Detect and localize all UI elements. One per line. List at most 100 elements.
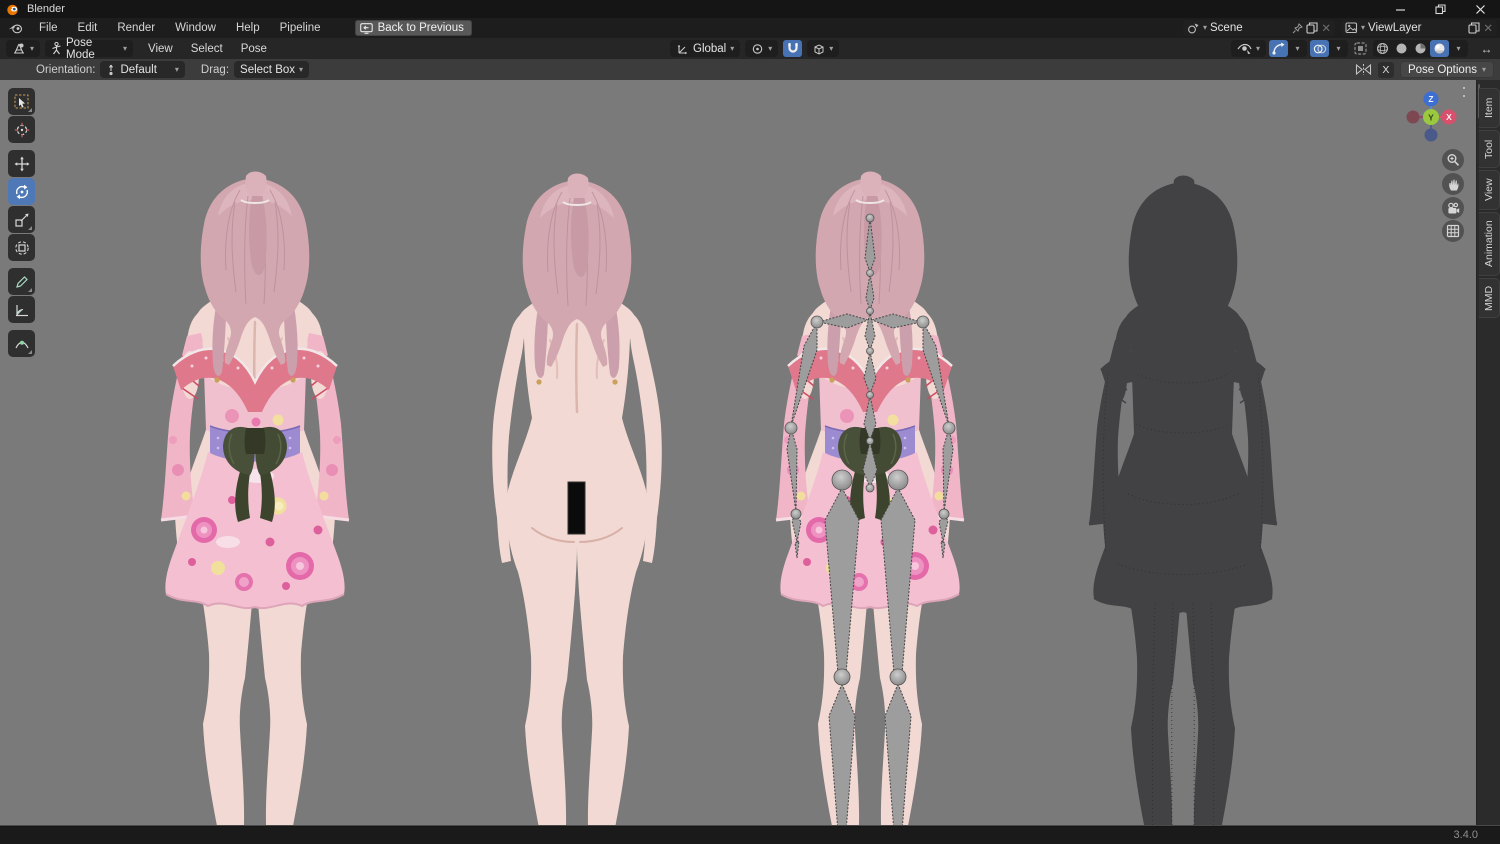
zoom-icon — [1447, 154, 1460, 166]
mode-selector[interactable]: Pose Mode ▾ — [45, 37, 134, 61]
xray-icon — [1354, 42, 1367, 55]
shading-rendered-button[interactable] — [1430, 40, 1449, 57]
menu-render[interactable]: Render — [107, 18, 165, 38]
snap-with-selector[interactable]: ▾ — [807, 40, 840, 57]
pose-mode-icon — [52, 42, 61, 55]
svg-text:Y: Y — [1428, 113, 1434, 123]
editor-3d-viewport-icon — [14, 43, 24, 54]
shading-dropdown[interactable]: ▾ — [1449, 40, 1468, 57]
model-wireframe-character[interactable] — [1068, 174, 1298, 826]
header-collapse-dots[interactable] — [1463, 87, 1466, 97]
back-to-previous-button[interactable]: Back to Previous — [354, 20, 472, 36]
snap-toggle[interactable] — [783, 40, 803, 57]
sidebar-tab-strip: Item Tool View Animation MMD — [1476, 80, 1500, 825]
gizmos-dropdown[interactable]: ▾ — [1288, 40, 1307, 57]
pivot-point-selector[interactable]: ▾ — [745, 40, 779, 57]
minimize-icon — [1395, 8, 1405, 11]
viewlayer-name[interactable]: ViewLayer — [1368, 22, 1465, 34]
remove-viewlayer-icon[interactable]: ✕ — [1483, 21, 1493, 35]
gizmo-minus-x-axis[interactable] — [1406, 110, 1420, 124]
scene-name[interactable]: Scene — [1210, 22, 1289, 34]
region-resize-handle[interactable]: ↔ — [1477, 40, 1496, 57]
menu-window[interactable]: Window — [165, 18, 226, 38]
orientation-default-selector[interactable]: Default ▾ — [100, 61, 185, 78]
model-nude-character-censored[interactable] — [462, 172, 692, 826]
close-button[interactable] — [1460, 0, 1500, 18]
pan-view-button[interactable] — [1442, 173, 1464, 195]
tab-mmd[interactable]: MMD — [1479, 278, 1500, 318]
new-viewlayer-icon[interactable] — [1468, 22, 1480, 34]
rendered-sphere-icon — [1434, 43, 1445, 54]
maximize-button[interactable] — [1420, 0, 1460, 18]
tool-settings-bar: Orientation: Default ▾ Drag: Select Box … — [0, 59, 1500, 80]
menu-pipeline[interactable]: Pipeline — [270, 18, 331, 38]
orientation-gizmo-icon — [109, 64, 114, 75]
tool-pose-breakdowner[interactable] — [8, 330, 35, 357]
pose-options-button[interactable]: Pose Options ▾ — [1399, 61, 1494, 78]
show-gizmos-toggle[interactable] — [1269, 40, 1288, 57]
pin-icon[interactable] — [1292, 22, 1304, 34]
mirror-x-toggle[interactable]: X — [1377, 61, 1394, 78]
model-kimono-character[interactable] — [140, 170, 370, 826]
shading-group: ▾ — [1373, 40, 1468, 57]
cursor-icon — [14, 122, 29, 137]
zoom-view-button[interactable] — [1442, 149, 1464, 171]
tab-view[interactable]: View — [1479, 170, 1500, 210]
show-overlays-toggle[interactable] — [1310, 40, 1329, 57]
tool-annotate[interactable] — [8, 268, 35, 295]
magnet-icon — [788, 43, 798, 53]
navigation-gizmo[interactable]: Z X Y — [1405, 91, 1457, 143]
model-kimono-character-with-armature[interactable] — [755, 170, 985, 826]
select-box-icon — [14, 94, 28, 108]
snap-cube-icon — [814, 43, 824, 55]
annotate-pencil-icon — [15, 275, 28, 288]
gizmo-minus-z-axis[interactable] — [1424, 128, 1438, 142]
tool-cursor[interactable] — [8, 116, 35, 143]
menu-file[interactable]: File — [29, 18, 68, 38]
menu-view[interactable]: View — [139, 43, 182, 55]
new-scene-icon[interactable] — [1306, 22, 1318, 34]
drag-mode-selector[interactable]: Select Box ▾ — [234, 61, 310, 78]
tool-select-box[interactable] — [8, 88, 35, 115]
blender-menu-logo-icon[interactable] — [8, 23, 23, 34]
tool-scale[interactable] — [8, 206, 35, 233]
scale-icon — [14, 213, 28, 227]
orientation-label: Orientation: — [36, 63, 96, 76]
tab-animation[interactable]: Animation — [1479, 212, 1500, 276]
tool-rotate[interactable] — [8, 178, 35, 205]
viewport-3d[interactable]: Z X Y Item Tool View Animation MMD — [0, 80, 1500, 826]
scene-selector[interactable]: ▾ Scene ✕ — [1183, 20, 1335, 36]
xray-toggle[interactable] — [1351, 40, 1370, 57]
camera-view-button[interactable] — [1442, 197, 1464, 219]
menu-edit[interactable]: Edit — [68, 18, 108, 38]
overlays-dropdown[interactable]: ▾ — [1329, 40, 1348, 57]
gizmo-arrow-icon — [1272, 42, 1285, 55]
menu-pose[interactable]: Pose — [232, 43, 276, 55]
tool-measure[interactable] — [8, 296, 35, 323]
tab-tool[interactable]: Tool — [1479, 130, 1500, 168]
scene-icon — [1188, 23, 1199, 34]
viewlayer-selector[interactable]: ▾ ViewLayer ✕ — [1341, 20, 1497, 36]
toggle-perspective-button[interactable] — [1442, 220, 1464, 242]
transform-orientation-selector[interactable]: Global ▾ — [670, 40, 741, 57]
viewlayer-browse-chevron[interactable]: ▾ — [1361, 24, 1365, 32]
scene-browse-chevron[interactable]: ▾ — [1203, 24, 1207, 32]
viewlayer-icon — [1345, 22, 1358, 34]
shading-wireframe-button[interactable] — [1373, 40, 1392, 57]
tool-transform[interactable] — [8, 234, 35, 261]
tool-move[interactable] — [8, 150, 35, 177]
menu-select[interactable]: Select — [182, 43, 232, 55]
minimize-button[interactable] — [1380, 0, 1420, 18]
orientation-value: Global — [693, 42, 727, 55]
gizmos-group: ▾ — [1269, 40, 1307, 57]
editor-type-selector[interactable]: ▾ — [6, 40, 41, 57]
tab-item[interactable]: Item — [1479, 88, 1500, 128]
drag-label: Drag: — [200, 63, 230, 76]
svg-text:Z: Z — [1428, 94, 1433, 104]
shading-solid-button[interactable] — [1392, 40, 1411, 57]
shading-material-button[interactable] — [1411, 40, 1430, 57]
menu-help[interactable]: Help — [226, 18, 270, 38]
unlink-scene-icon[interactable]: ✕ — [1321, 21, 1331, 35]
drag-value: Select Box — [240, 63, 296, 76]
object-visibility-selector[interactable]: ▾ — [1230, 40, 1266, 57]
